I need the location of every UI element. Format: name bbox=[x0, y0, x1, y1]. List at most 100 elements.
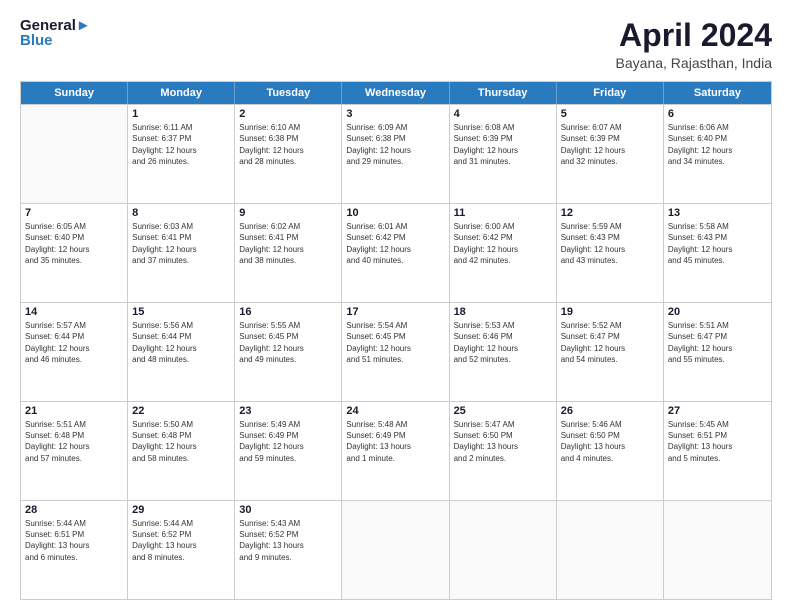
day-info: Sunrise: 5:54 AM Sunset: 6:45 PM Dayligh… bbox=[346, 320, 444, 365]
calendar-cell: 20 Sunrise: 5:51 AM Sunset: 6:47 PM Dayli… bbox=[664, 303, 771, 401]
calendar-cell: 30 Sunrise: 5:43 AM Sunset: 6:52 PM Dayli… bbox=[235, 501, 342, 599]
day-number: 28 bbox=[25, 504, 123, 516]
day-info: Sunrise: 6:03 AM Sunset: 6:41 PM Dayligh… bbox=[132, 221, 230, 266]
day-info: Sunrise: 5:45 AM Sunset: 6:51 PM Dayligh… bbox=[668, 419, 767, 464]
calendar-cell: 12 Sunrise: 5:59 AM Sunset: 6:43 PM Dayli… bbox=[557, 204, 664, 302]
weekday-header: Wednesday bbox=[342, 82, 449, 104]
calendar-cell: 29 Sunrise: 5:44 AM Sunset: 6:52 PM Dayli… bbox=[128, 501, 235, 599]
day-info: Sunrise: 6:01 AM Sunset: 6:42 PM Dayligh… bbox=[346, 221, 444, 266]
calendar-cell: 18 Sunrise: 5:53 AM Sunset: 6:46 PM Dayli… bbox=[450, 303, 557, 401]
weekday-header: Tuesday bbox=[235, 82, 342, 104]
calendar-cell: 8 Sunrise: 6:03 AM Sunset: 6:41 PM Daylig… bbox=[128, 204, 235, 302]
day-number: 12 bbox=[561, 207, 659, 219]
day-number: 20 bbox=[668, 306, 767, 318]
weekday-header: Thursday bbox=[450, 82, 557, 104]
day-info: Sunrise: 5:43 AM Sunset: 6:52 PM Dayligh… bbox=[239, 518, 337, 563]
day-number: 17 bbox=[346, 306, 444, 318]
day-info: Sunrise: 5:51 AM Sunset: 6:47 PM Dayligh… bbox=[668, 320, 767, 365]
calendar-cell: 15Sunrise: 5:56 AM Sunset: 6:44 PM Dayli… bbox=[128, 303, 235, 401]
day-info: Sunrise: 6:11 AM Sunset: 6:37 PM Dayligh… bbox=[132, 122, 230, 167]
day-info: Sunrise: 5:47 AM Sunset: 6:50 PM Dayligh… bbox=[454, 419, 552, 464]
calendar-cell: 27 Sunrise: 5:45 AM Sunset: 6:51 PM Dayli… bbox=[664, 402, 771, 500]
calendar-cell: 25Sunrise: 5:47 AM Sunset: 6:50 PM Dayli… bbox=[450, 402, 557, 500]
calendar-cell: 21Sunrise: 5:51 AM Sunset: 6:48 PM Dayli… bbox=[21, 402, 128, 500]
calendar-cell: 22 Sunrise: 5:50 AM Sunset: 6:48 PM Dayli… bbox=[128, 402, 235, 500]
day-number: 6 bbox=[668, 108, 767, 120]
calendar-cell: 17 Sunrise: 5:54 AM Sunset: 6:45 PM Dayli… bbox=[342, 303, 449, 401]
day-info: Sunrise: 6:10 AM Sunset: 6:38 PM Dayligh… bbox=[239, 122, 337, 167]
calendar-row: 21Sunrise: 5:51 AM Sunset: 6:48 PM Dayli… bbox=[21, 401, 771, 500]
calendar-cell: 24 Sunrise: 5:48 AM Sunset: 6:49 PM Dayli… bbox=[342, 402, 449, 500]
calendar-cell: 28 Sunrise: 5:44 AM Sunset: 6:51 PM Dayli… bbox=[21, 501, 128, 599]
calendar-cell: 11 Sunrise: 6:00 AM Sunset: 6:42 PM Dayli… bbox=[450, 204, 557, 302]
calendar-header: SundayMondayTuesdayWednesdayThursdayFrid… bbox=[21, 82, 771, 104]
logo: General► Blue bbox=[20, 18, 91, 48]
day-number: 11 bbox=[454, 207, 552, 219]
day-number: 10 bbox=[346, 207, 444, 219]
day-number: 26 bbox=[561, 405, 659, 417]
day-number: 14 bbox=[25, 306, 123, 318]
calendar-cell: 13 Sunrise: 5:58 AM Sunset: 6:43 PM Dayli… bbox=[664, 204, 771, 302]
day-number: 23 bbox=[239, 405, 337, 417]
calendar: SundayMondayTuesdayWednesdayThursdayFrid… bbox=[20, 81, 772, 600]
calendar-cell bbox=[342, 501, 449, 599]
main-title: April 2024 bbox=[616, 18, 772, 53]
day-info: Sunrise: 6:06 AM Sunset: 6:40 PM Dayligh… bbox=[668, 122, 767, 167]
day-info: Sunrise: 6:09 AM Sunset: 6:38 PM Dayligh… bbox=[346, 122, 444, 167]
title-block: April 2024 Bayana, Rajasthan, India bbox=[616, 18, 772, 71]
day-info: Sunrise: 6:08 AM Sunset: 6:39 PM Dayligh… bbox=[454, 122, 552, 167]
day-info: Sunrise: 5:49 AM Sunset: 6:49 PM Dayligh… bbox=[239, 419, 337, 464]
day-info: Sunrise: 5:53 AM Sunset: 6:46 PM Dayligh… bbox=[454, 320, 552, 365]
calendar-cell: 7Sunrise: 6:05 AM Sunset: 6:40 PM Daylig… bbox=[21, 204, 128, 302]
calendar-row: 7Sunrise: 6:05 AM Sunset: 6:40 PM Daylig… bbox=[21, 203, 771, 302]
calendar-cell bbox=[557, 501, 664, 599]
day-number: 19 bbox=[561, 306, 659, 318]
day-info: Sunrise: 5:44 AM Sunset: 6:51 PM Dayligh… bbox=[25, 518, 123, 563]
day-info: Sunrise: 6:05 AM Sunset: 6:40 PM Dayligh… bbox=[25, 221, 123, 266]
weekday-header: Monday bbox=[128, 82, 235, 104]
day-info: Sunrise: 5:50 AM Sunset: 6:48 PM Dayligh… bbox=[132, 419, 230, 464]
day-info: Sunrise: 5:44 AM Sunset: 6:52 PM Dayligh… bbox=[132, 518, 230, 563]
day-number: 24 bbox=[346, 405, 444, 417]
calendar-row: 14 Sunrise: 5:57 AM Sunset: 6:44 PM Dayli… bbox=[21, 302, 771, 401]
day-number: 30 bbox=[239, 504, 337, 516]
calendar-cell: 16 Sunrise: 5:55 AM Sunset: 6:45 PM Dayli… bbox=[235, 303, 342, 401]
day-info: Sunrise: 5:57 AM Sunset: 6:44 PM Dayligh… bbox=[25, 320, 123, 365]
day-info: Sunrise: 5:48 AM Sunset: 6:49 PM Dayligh… bbox=[346, 419, 444, 464]
calendar-cell: 4 Sunrise: 6:08 AM Sunset: 6:39 PM Daylig… bbox=[450, 105, 557, 203]
day-number: 13 bbox=[668, 207, 767, 219]
calendar-cell: 6 Sunrise: 6:06 AM Sunset: 6:40 PM Daylig… bbox=[664, 105, 771, 203]
day-info: Sunrise: 5:46 AM Sunset: 6:50 PM Dayligh… bbox=[561, 419, 659, 464]
day-number: 5 bbox=[561, 108, 659, 120]
weekday-header: Friday bbox=[557, 82, 664, 104]
day-info: Sunrise: 5:52 AM Sunset: 6:47 PM Dayligh… bbox=[561, 320, 659, 365]
calendar-cell: 2Sunrise: 6:10 AM Sunset: 6:38 PM Daylig… bbox=[235, 105, 342, 203]
day-info: Sunrise: 5:51 AM Sunset: 6:48 PM Dayligh… bbox=[25, 419, 123, 464]
day-number: 1 bbox=[132, 108, 230, 120]
day-number: 9 bbox=[239, 207, 337, 219]
calendar-cell bbox=[21, 105, 128, 203]
day-info: Sunrise: 5:56 AM Sunset: 6:44 PM Dayligh… bbox=[132, 320, 230, 365]
day-number: 29 bbox=[132, 504, 230, 516]
calendar-cell: 19 Sunrise: 5:52 AM Sunset: 6:47 PM Dayli… bbox=[557, 303, 664, 401]
day-number: 16 bbox=[239, 306, 337, 318]
calendar-cell bbox=[664, 501, 771, 599]
weekday-header: Saturday bbox=[664, 82, 771, 104]
calendar-cell: 9Sunrise: 6:02 AM Sunset: 6:41 PM Daylig… bbox=[235, 204, 342, 302]
day-info: Sunrise: 5:59 AM Sunset: 6:43 PM Dayligh… bbox=[561, 221, 659, 266]
day-info: Sunrise: 6:00 AM Sunset: 6:42 PM Dayligh… bbox=[454, 221, 552, 266]
day-number: 22 bbox=[132, 405, 230, 417]
day-number: 18 bbox=[454, 306, 552, 318]
calendar-cell: 26 Sunrise: 5:46 AM Sunset: 6:50 PM Dayli… bbox=[557, 402, 664, 500]
day-info: Sunrise: 5:55 AM Sunset: 6:45 PM Dayligh… bbox=[239, 320, 337, 365]
day-number: 27 bbox=[668, 405, 767, 417]
calendar-cell bbox=[450, 501, 557, 599]
calendar-cell: 14 Sunrise: 5:57 AM Sunset: 6:44 PM Dayli… bbox=[21, 303, 128, 401]
day-number: 4 bbox=[454, 108, 552, 120]
page: General► Blue April 2024 Bayana, Rajasth… bbox=[0, 0, 792, 612]
day-info: Sunrise: 6:07 AM Sunset: 6:39 PM Dayligh… bbox=[561, 122, 659, 167]
calendar-cell: 1 Sunrise: 6:11 AM Sunset: 6:37 PM Daylig… bbox=[128, 105, 235, 203]
day-number: 8 bbox=[132, 207, 230, 219]
calendar-row: 1 Sunrise: 6:11 AM Sunset: 6:37 PM Daylig… bbox=[21, 104, 771, 203]
day-info: Sunrise: 5:58 AM Sunset: 6:43 PM Dayligh… bbox=[668, 221, 767, 266]
